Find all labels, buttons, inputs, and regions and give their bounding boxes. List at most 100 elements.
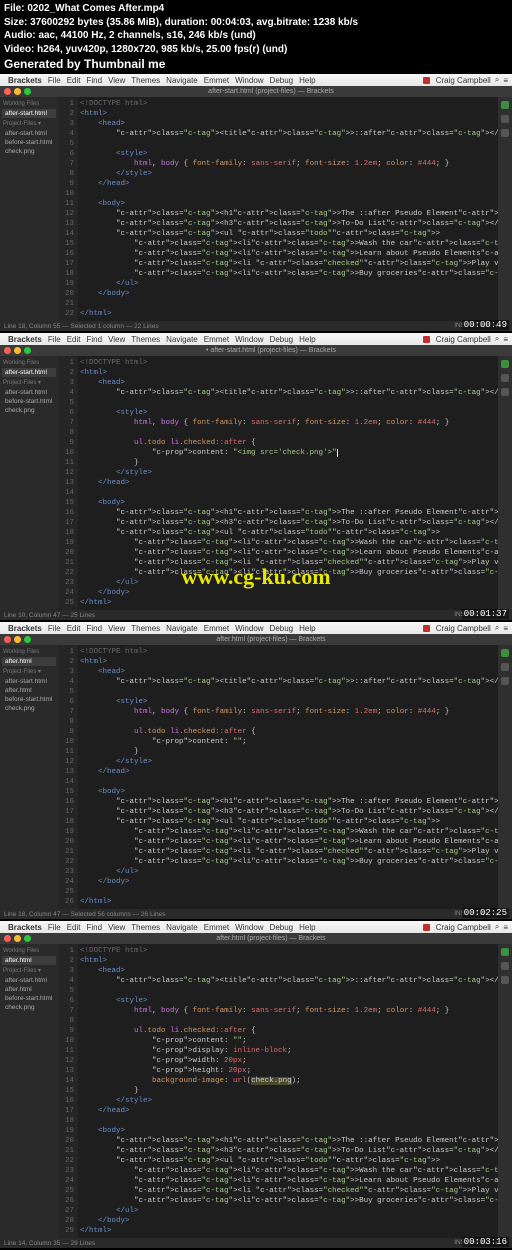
zoom-icon[interactable] xyxy=(24,935,31,942)
menu-extras-icon[interactable]: ≡ xyxy=(503,624,508,633)
zoom-icon[interactable] xyxy=(24,88,31,95)
live-preview-icon[interactable] xyxy=(501,948,509,956)
project-file[interactable]: after.html xyxy=(2,985,56,994)
search-icon[interactable]: ⌕ xyxy=(495,922,499,932)
menu-edit[interactable]: Edit xyxy=(67,335,81,344)
menu-edit[interactable]: Edit xyxy=(67,76,81,85)
menu-debug[interactable]: Debug xyxy=(270,76,294,85)
menu-debug[interactable]: Debug xyxy=(270,624,294,633)
extension-icon[interactable] xyxy=(501,962,509,970)
menu-find[interactable]: Find xyxy=(87,923,103,932)
extension-icon[interactable] xyxy=(501,663,509,671)
code-editor[interactable]: <!DOCTYPE html><html> <head> "c-attr">cl… xyxy=(78,97,498,321)
menu-debug[interactable]: Debug xyxy=(270,923,294,932)
menu-view[interactable]: View xyxy=(108,335,125,344)
menu-file[interactable]: File xyxy=(48,335,61,344)
menu-extras-icon[interactable]: ≡ xyxy=(503,923,508,932)
search-icon[interactable]: ⌕ xyxy=(495,75,499,85)
menu-themes[interactable]: Themes xyxy=(131,923,160,932)
live-preview-icon[interactable] xyxy=(501,649,509,657)
live-preview-icon[interactable] xyxy=(501,101,509,109)
app-name[interactable]: Brackets xyxy=(8,624,42,633)
menu-debug[interactable]: Debug xyxy=(270,335,294,344)
menu-navigate[interactable]: Navigate xyxy=(166,76,198,85)
extension-icon[interactable] xyxy=(501,115,509,123)
search-icon[interactable]: ⌕ xyxy=(495,334,499,344)
menu-edit[interactable]: Edit xyxy=(67,923,81,932)
project-file[interactable]: check.png xyxy=(2,406,56,415)
search-icon[interactable]: ⌕ xyxy=(495,623,499,633)
project-file[interactable]: before-start.html xyxy=(2,397,56,406)
project-file[interactable]: check.png xyxy=(2,1003,56,1012)
extension-icon[interactable] xyxy=(501,976,509,984)
menu-file[interactable]: File xyxy=(48,76,61,85)
zoom-icon[interactable] xyxy=(24,636,31,643)
close-icon[interactable] xyxy=(4,88,11,95)
extension-icon[interactable] xyxy=(501,129,509,137)
project-file[interactable]: after-start.html xyxy=(2,129,56,138)
menu-find[interactable]: Find xyxy=(87,335,103,344)
menu-view[interactable]: View xyxy=(108,923,125,932)
menubar-user[interactable]: Craig Campbell xyxy=(436,335,491,344)
menu-file[interactable]: File xyxy=(48,624,61,633)
menubar-user[interactable]: Craig Campbell xyxy=(436,624,491,633)
code-editor[interactable]: <!DOCTYPE html><html> <head> "c-attr">cl… xyxy=(78,645,498,909)
project-label[interactable]: project-files ▾ xyxy=(2,965,56,976)
menu-help[interactable]: Help xyxy=(299,335,315,344)
project-label[interactable]: project-files ▾ xyxy=(2,118,56,129)
minimize-icon[interactable] xyxy=(14,347,21,354)
project-file[interactable]: before-start.html xyxy=(2,138,56,147)
menu-window[interactable]: Window xyxy=(235,923,263,932)
app-name[interactable]: Brackets xyxy=(8,923,42,932)
working-file[interactable]: after.html xyxy=(2,956,56,965)
code-editor[interactable]: <!DOCTYPE html><html> <head> "c-attr">cl… xyxy=(78,356,498,610)
menu-help[interactable]: Help xyxy=(299,76,315,85)
menu-emmet[interactable]: Emmet xyxy=(204,624,229,633)
menu-extras-icon[interactable]: ≡ xyxy=(503,76,508,85)
project-file[interactable]: after-start.html xyxy=(2,388,56,397)
menu-navigate[interactable]: Navigate xyxy=(166,335,198,344)
project-file[interactable]: check.png xyxy=(2,147,56,156)
menu-extras-icon[interactable]: ≡ xyxy=(503,335,508,344)
project-file[interactable]: before-start.html xyxy=(2,695,56,704)
live-preview-icon[interactable] xyxy=(501,360,509,368)
working-file[interactable]: after-start.html xyxy=(2,109,56,118)
extension-icon[interactable] xyxy=(501,388,509,396)
project-file[interactable]: after-start.html xyxy=(2,976,56,985)
working-file[interactable]: after-start.html xyxy=(2,368,56,377)
app-name[interactable]: Brackets xyxy=(8,335,42,344)
menu-themes[interactable]: Themes xyxy=(131,335,160,344)
zoom-icon[interactable] xyxy=(24,347,31,354)
menu-emmet[interactable]: Emmet xyxy=(204,335,229,344)
menu-help[interactable]: Help xyxy=(299,624,315,633)
menu-navigate[interactable]: Navigate xyxy=(166,624,198,633)
extension-icon[interactable] xyxy=(501,374,509,382)
menu-navigate[interactable]: Navigate xyxy=(166,923,198,932)
menu-help[interactable]: Help xyxy=(299,923,315,932)
close-icon[interactable] xyxy=(4,347,11,354)
menu-view[interactable]: View xyxy=(108,624,125,633)
menu-emmet[interactable]: Emmet xyxy=(204,76,229,85)
project-file[interactable]: after.html xyxy=(2,686,56,695)
app-name[interactable]: Brackets xyxy=(8,76,42,85)
menu-edit[interactable]: Edit xyxy=(67,624,81,633)
project-file[interactable]: before-start.html xyxy=(2,994,56,1003)
working-file[interactable]: after.html xyxy=(2,657,56,666)
minimize-icon[interactable] xyxy=(14,88,21,95)
project-file[interactable]: after-start.html xyxy=(2,677,56,686)
minimize-icon[interactable] xyxy=(14,935,21,942)
project-label[interactable]: project-files ▾ xyxy=(2,377,56,388)
menu-view[interactable]: View xyxy=(108,76,125,85)
menubar-user[interactable]: Craig Campbell xyxy=(436,923,491,932)
close-icon[interactable] xyxy=(4,636,11,643)
menu-file[interactable]: File xyxy=(48,923,61,932)
menu-emmet[interactable]: Emmet xyxy=(204,923,229,932)
menu-themes[interactable]: Themes xyxy=(131,624,160,633)
code-editor[interactable]: <!DOCTYPE html><html> <head> "c-attr">cl… xyxy=(78,944,498,1238)
menubar-user[interactable]: Craig Campbell xyxy=(436,76,491,85)
project-label[interactable]: project-files ▾ xyxy=(2,666,56,677)
minimize-icon[interactable] xyxy=(14,636,21,643)
close-icon[interactable] xyxy=(4,935,11,942)
menu-window[interactable]: Window xyxy=(235,76,263,85)
extension-icon[interactable] xyxy=(501,677,509,685)
